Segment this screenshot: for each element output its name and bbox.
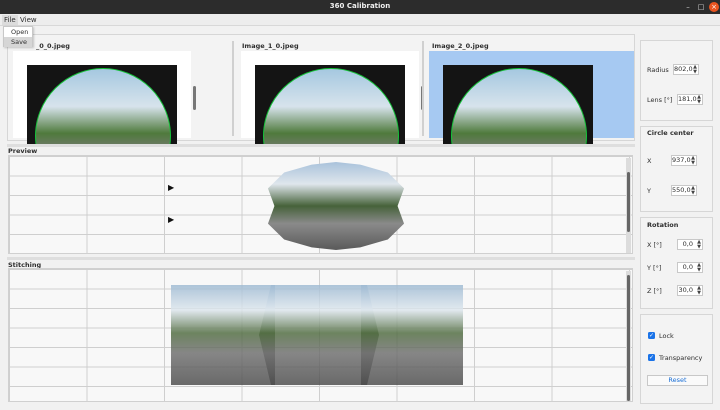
rotation-z-value: 30,0: [678, 286, 693, 294]
lens-label: Lens [°]: [647, 96, 673, 104]
center-y-label: Y: [647, 187, 651, 195]
image-list: _0_0.jpeg Image_1_0.jpeg Image_2_0.jpeg: [7, 34, 635, 145]
menu-item-open[interactable]: Open: [4, 27, 32, 37]
rotation-x-spinbox[interactable]: 0,0 ▲ ▼: [677, 239, 703, 250]
lens-panel: Radius 802,0 ▲ ▼ Lens [°] 181,0 ▲ ▼: [640, 40, 713, 121]
divider: [422, 41, 424, 136]
rotation-y-label: Y [°]: [647, 264, 662, 272]
center-x-value: 937,0: [672, 156, 691, 164]
lens-value: 181,0: [678, 95, 697, 103]
scroll-grip[interactable]: [627, 172, 630, 232]
rotation-y-value: 0,0: [682, 263, 693, 271]
radius-value: 802,0: [674, 65, 693, 73]
window-title: 360 Calibration: [329, 2, 391, 10]
stitched-segment: [361, 285, 463, 385]
menu-view[interactable]: View: [18, 15, 39, 25]
fisheye-image: [27, 65, 177, 145]
preview-label: Preview: [8, 147, 38, 155]
splitter[interactable]: [7, 257, 635, 260]
file-dropdown: Open Save: [3, 26, 33, 47]
maximize-icon[interactable]: □: [696, 2, 706, 12]
scroll-grip[interactable]: [193, 86, 196, 110]
thumbnail-label: Image_2_0.jpeg: [432, 42, 489, 50]
center-x-spinbox[interactable]: 937,0 ▲ ▼: [671, 155, 697, 166]
rotation-z-label: Z [°]: [647, 287, 662, 295]
calibration-circle: [451, 68, 587, 145]
menu-file[interactable]: File: [2, 15, 18, 25]
spin-arrows-icon[interactable]: ▲ ▼: [697, 263, 701, 273]
close-icon[interactable]: ×: [709, 2, 719, 12]
reset-button[interactable]: Reset: [647, 375, 708, 386]
rotation-y-spinbox[interactable]: 0,0 ▲ ▼: [677, 262, 703, 273]
thumbnail-label: _0_0.jpeg: [36, 42, 70, 50]
stitched-panorama: [171, 285, 463, 385]
thumbnail-frame: [13, 51, 191, 145]
fisheye-image: [255, 65, 405, 145]
stitching-scrollbar[interactable]: [626, 271, 631, 401]
options-panel: ✓ Lock ✓ Transparency Reset: [640, 314, 713, 404]
rotation-x-label: X [°]: [647, 241, 662, 249]
radius-spinbox[interactable]: 802,0 ▲ ▼: [673, 64, 699, 75]
spin-arrows-icon[interactable]: ▲ ▼: [693, 65, 697, 75]
divider: [232, 41, 234, 136]
preview-canvas[interactable]: ▶ ▶: [8, 155, 633, 254]
center-x-label: X: [647, 157, 652, 165]
preview-scrollbar[interactable]: [626, 158, 631, 253]
menu-item-save[interactable]: Save: [4, 37, 32, 47]
center-y-spinbox[interactable]: 550,0 ▲ ▼: [671, 185, 697, 196]
circle-center-panel: Circle center X 937,0 ▲ ▼ Y 550,0 ▲ ▼: [640, 126, 713, 212]
thumbnail-frame-selected: [429, 51, 634, 145]
play-arrow-icon: ▶: [168, 215, 175, 224]
thumbnail-label: Image_1_0.jpeg: [242, 42, 299, 50]
thumbnail-frame: [241, 51, 419, 145]
title-bar: 360 Calibration – □ ×: [0, 0, 720, 14]
spin-arrows-icon[interactable]: ▲ ▼: [697, 286, 701, 296]
fisheye-image: [443, 65, 593, 145]
transparency-checkbox[interactable]: ✓: [648, 354, 655, 361]
lock-label[interactable]: Lock: [659, 332, 674, 340]
circle-center-title: Circle center: [647, 129, 694, 137]
minimize-icon[interactable]: –: [683, 2, 693, 12]
center-y-value: 550,0: [672, 186, 691, 194]
rotation-panel: Rotation X [°] 0,0 ▲ ▼ Y [°] 0,0 ▲ ▼ Z [°]…: [640, 217, 713, 309]
calibration-circle: [35, 68, 171, 145]
menu-bar: File View: [0, 14, 720, 26]
thumbnail-scrollbar[interactable]: [191, 51, 198, 138]
spin-arrows-icon[interactable]: ▲ ▼: [691, 186, 695, 196]
splitter[interactable]: [7, 144, 635, 147]
scroll-grip[interactable]: [627, 275, 630, 401]
rotation-z-spinbox[interactable]: 30,0 ▲ ▼: [677, 285, 703, 296]
spin-arrows-icon[interactable]: ▲ ▼: [697, 240, 701, 250]
transparency-label[interactable]: Transparency: [659, 354, 702, 362]
lock-checkbox[interactable]: ✓: [648, 332, 655, 339]
play-arrow-icon: ▶: [168, 183, 175, 192]
spin-arrows-icon[interactable]: ▲ ▼: [691, 156, 695, 166]
calibration-circle: [263, 68, 399, 145]
rotation-x-value: 0,0: [682, 240, 693, 248]
rotation-title: Rotation: [647, 221, 679, 229]
lens-spinbox[interactable]: 181,0 ▲ ▼: [677, 94, 703, 105]
stitching-canvas[interactable]: [8, 268, 633, 402]
spin-arrows-icon[interactable]: ▲ ▼: [697, 95, 701, 105]
radius-label: Radius: [647, 66, 669, 74]
